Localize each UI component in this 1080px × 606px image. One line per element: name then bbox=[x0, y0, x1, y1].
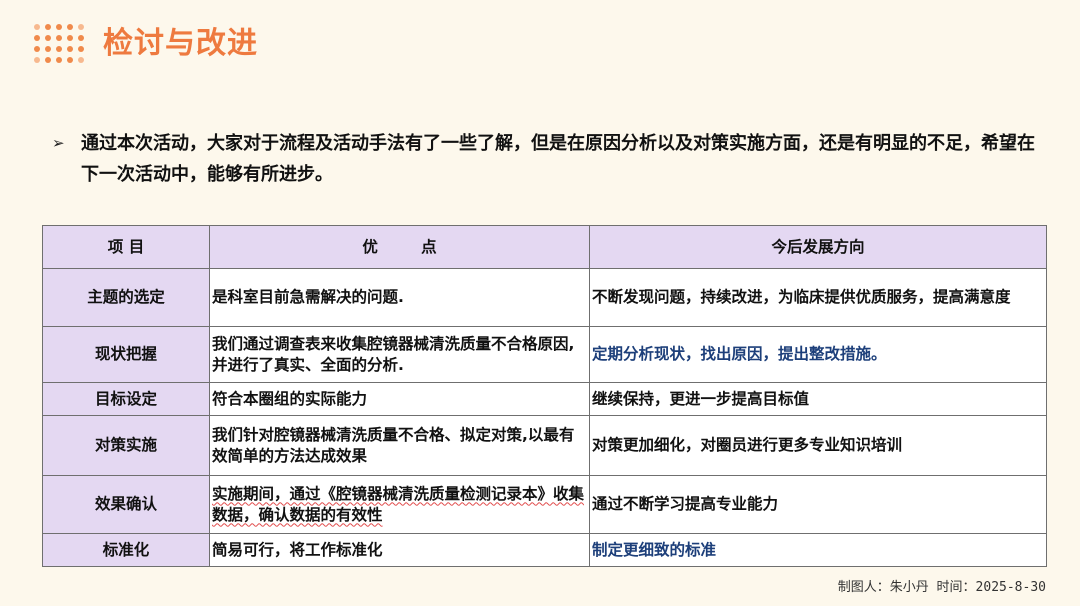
direction-cell: 制定更细致的标准 bbox=[589, 533, 1047, 567]
table-row: 现状把握 我们通过调查表来收集腔镜器械清洗质量不合格原因,并进行了真实、全面的分… bbox=[42, 326, 1047, 383]
advantage-cell: 我们针对腔镜器械清洗质量不合格、拟定对策,以最有效简单的方法达成效果 bbox=[209, 415, 590, 476]
review-table: 项 目 优 点 今后发展方向 主题的选定 是科室目前急需解决的问题. 不断发现问… bbox=[42, 225, 1047, 567]
table-header-row: 项 目 优 点 今后发展方向 bbox=[42, 225, 1047, 269]
advantage-cell: 简易可行，将工作标准化 bbox=[209, 533, 590, 567]
item-cell: 目标设定 bbox=[42, 382, 210, 416]
table-row: 效果确认 实施期间，通过《腔镜器械清洗质量检测记录本》收集数据，确认数据的有效性… bbox=[42, 475, 1047, 534]
direction-cell: 定期分析现状，找出原因，提出整改措施。 bbox=[589, 326, 1047, 383]
advantage-cell: 符合本圈组的实际能力 bbox=[209, 382, 590, 416]
item-cell: 对策实施 bbox=[42, 415, 210, 476]
item-cell: 标准化 bbox=[42, 533, 210, 567]
table-row: 对策实施 我们针对腔镜器械清洗质量不合格、拟定对策,以最有效简单的方法达成效果 … bbox=[42, 415, 1047, 476]
advantage-text: 实施期间，通过《腔镜器械清洗质量检测记录本》收集数据，确认数据的有效性 bbox=[212, 484, 585, 524]
column-header-item: 项 目 bbox=[42, 225, 210, 269]
item-cell: 主题的选定 bbox=[42, 268, 210, 327]
arrow-right-icon: ➢ bbox=[52, 134, 65, 152]
page-title: 检讨与改进 bbox=[103, 26, 258, 61]
item-cell: 现状把握 bbox=[42, 326, 210, 383]
column-header-advantage: 优 点 bbox=[209, 225, 590, 269]
advantage-cell: 是科室目前急需解决的问题. bbox=[209, 268, 590, 327]
advantage-cell: 实施期间，通过《腔镜器械清洗质量检测记录本》收集数据，确认数据的有效性 bbox=[209, 475, 590, 534]
column-header-direction: 今后发展方向 bbox=[589, 225, 1047, 269]
intro-bullet: ➢ 通过本次活动，大家对于流程及活动手法有了一些了解，但是在原因分析以及对策实施… bbox=[52, 128, 1037, 190]
direction-cell: 继续保持，更进一步提高目标值 bbox=[589, 382, 1047, 416]
decorative-dots-icon bbox=[34, 24, 84, 64]
advantage-cell: 我们通过调查表来收集腔镜器械清洗质量不合格原因,并进行了真实、全面的分析. bbox=[209, 326, 590, 383]
table-row: 主题的选定 是科室目前急需解决的问题. 不断发现问题，持续改进，为临床提供优质服… bbox=[42, 268, 1047, 327]
intro-text: 通过本次活动，大家对于流程及活动手法有了一些了解，但是在原因分析以及对策实施方面… bbox=[81, 133, 1035, 185]
direction-cell: 通过不断学习提高专业能力 bbox=[589, 475, 1047, 534]
author-date-footer: 制图人：朱小丹 时间：2025-8-30 bbox=[837, 580, 1046, 595]
item-cell: 效果确认 bbox=[42, 475, 210, 534]
table-row: 标准化 简易可行，将工作标准化 制定更细致的标准 bbox=[42, 533, 1047, 567]
direction-cell: 对策更加细化，对圈员进行更多专业知识培训 bbox=[589, 415, 1047, 476]
direction-cell: 不断发现问题，持续改进，为临床提供优质服务，提高满意度 bbox=[589, 268, 1047, 327]
table-row: 目标设定 符合本圈组的实际能力 继续保持，更进一步提高目标值 bbox=[42, 382, 1047, 416]
